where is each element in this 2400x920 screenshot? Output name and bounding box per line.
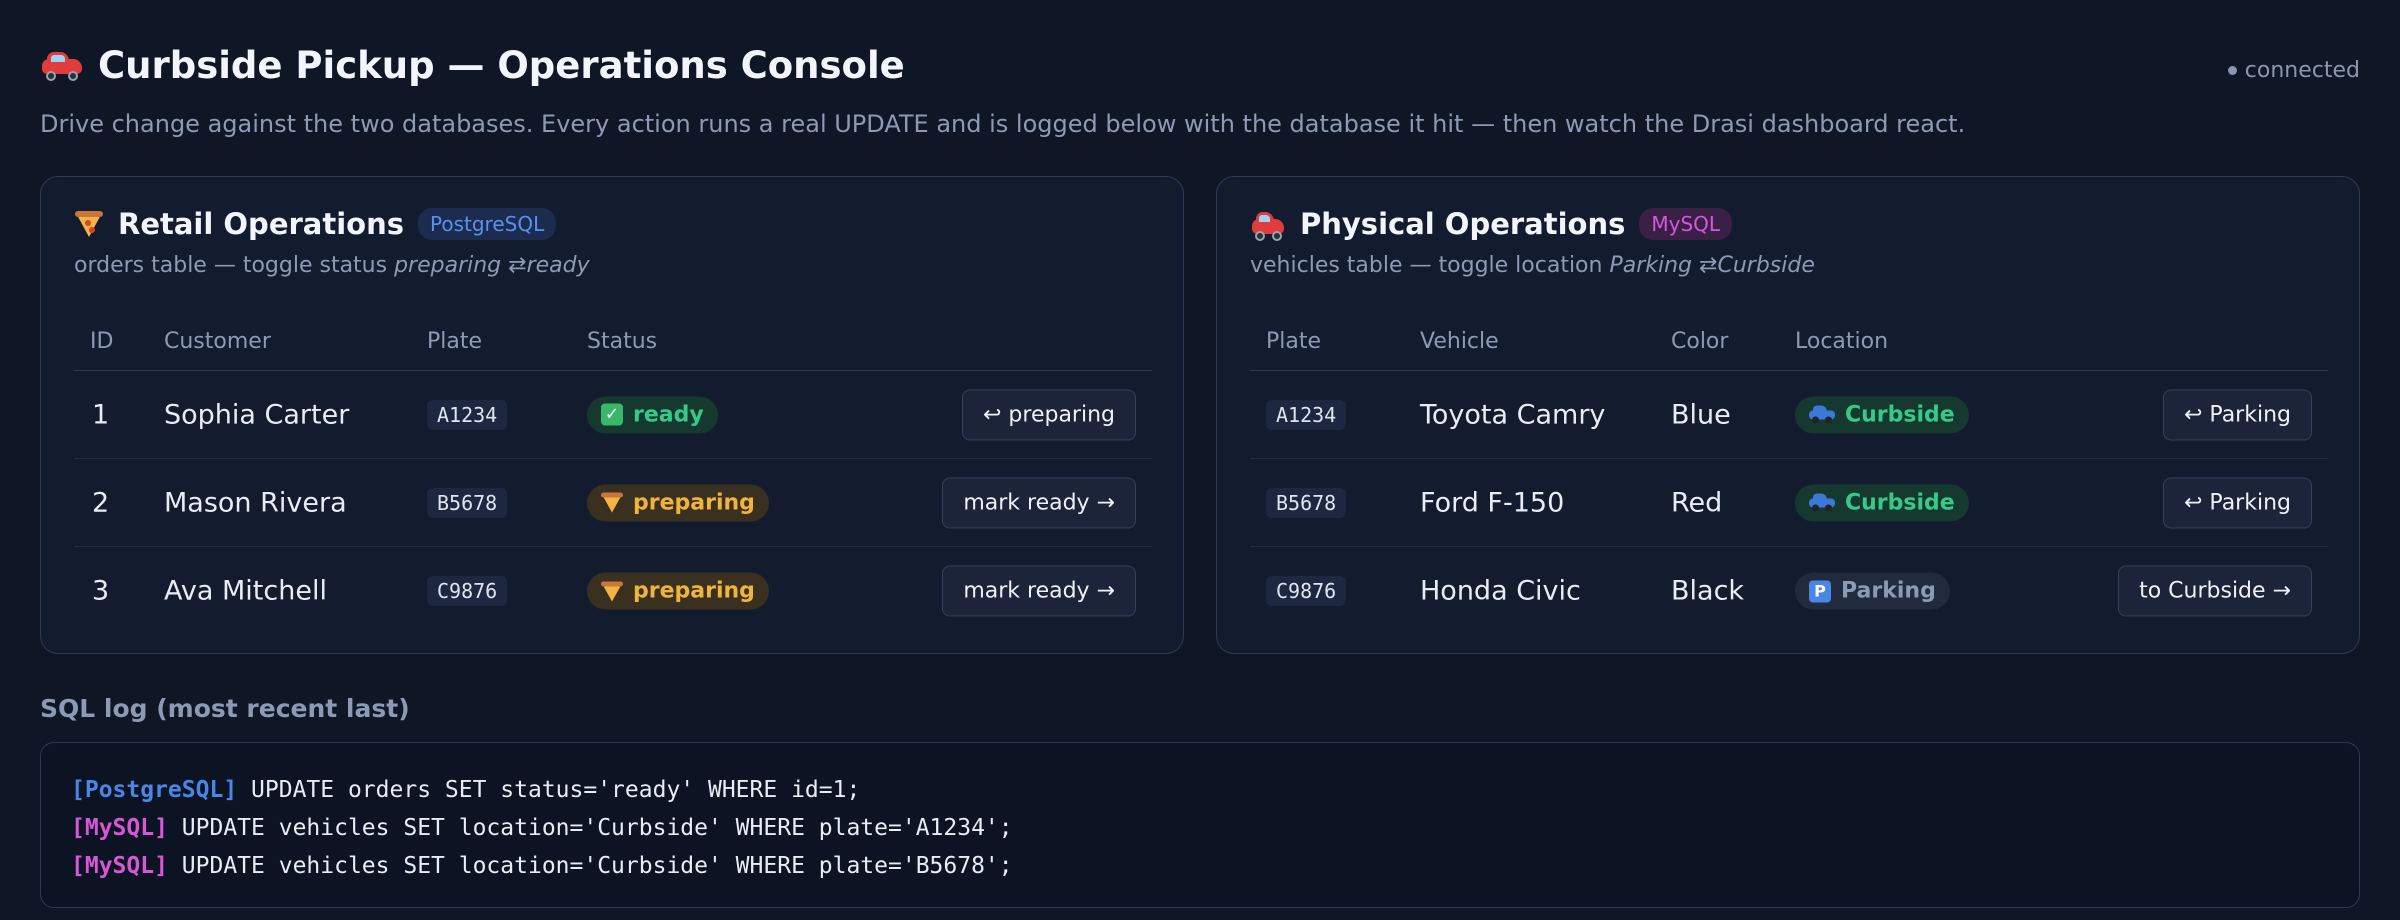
vehicle-model: Toyota Camry [1420,399,1606,430]
plate-code: A1234 [427,399,508,430]
table-row: A1234 Toyota Camry Blue Curbside ↩ Parki… [1250,371,2328,459]
order-id: 3 [92,575,110,607]
vehicle-model: Honda Civic [1420,575,1581,607]
customer-name: Mason Rivera [164,487,347,518]
move-to-parking-button[interactable]: ↩ Parking [2163,477,2312,528]
log-line: [MySQL] UPDATE vehicles SET location='Cu… [71,809,2329,847]
move-to-curbside-button[interactable]: to Curbside → [2118,565,2312,617]
page-title-text: Curbside Pickup — Operations Console [98,44,905,87]
table-row: B5678 Ford F-150 Red Curbside ↩ Parking [1250,459,2328,547]
mark-ready-button[interactable]: mark ready → [942,565,1136,617]
check-icon: ✓ [601,403,623,426]
customer-name: Ava Mitchell [164,575,327,607]
order-id: 1 [92,399,110,430]
postgresql-badge: PostgreSQL [418,208,557,240]
column-header-color: Color [1671,329,1729,354]
retail-panel-title: Retail Operations [118,207,404,241]
status-badge: preparing [587,484,769,521]
move-to-parking-button[interactable]: ↩ Parking [2163,389,2312,440]
physical-desc-from: Parking [1609,253,1693,278]
connection-status-text: connected [2244,58,2360,83]
mark-preparing-button[interactable]: ↩ preparing [962,389,1136,440]
vehicles-table: Plate Vehicle Color Location A1234 Toyot… [1250,317,2328,635]
physical-desc-to: Curbside [1717,253,1815,278]
vehicles-table-header: Plate Vehicle Color Location [1250,317,2328,371]
sql-log-title: SQL log (most recent last) [40,694,410,723]
parking-icon: P [1809,580,1831,602]
operations-console: Curbside Pickup — Operations Console con… [0,0,2400,920]
column-header-id: ID [90,329,114,354]
column-header-plate: Plate [1266,329,1322,354]
plate-code: A1234 [1266,399,1347,430]
retail-operations-panel: Retail Operations PostgreSQL orders tabl… [40,176,1184,654]
vehicle-model: Ford F-150 [1420,487,1565,518]
location-badge-text: Curbside [1845,490,1955,515]
sql-log: [PostgreSQL] UPDATE orders SET status='r… [40,742,2360,908]
log-sql: UPDATE vehicles SET location='Curbside' … [181,815,1013,841]
plate-code: B5678 [1266,487,1347,518]
retail-desc-prefix: orders table — toggle status [74,253,395,278]
car-icon [1809,493,1835,512]
physical-panel-title: Physical Operations [1300,207,1626,241]
location-badge: Curbside [1795,396,1969,433]
plate-code: C9876 [427,576,508,606]
physical-panel-description: vehicles table — toggle location Parking… [1250,253,1815,278]
log-sql: UPDATE vehicles SET location='Curbside' … [181,853,1013,879]
location-badge-text: Curbside [1845,402,1955,427]
physical-operations-panel: Physical Operations MySQL vehicles table… [1216,176,2360,654]
toggle-arrows-icon: ⇄ [508,253,527,278]
log-line: [PostgreSQL] UPDATE orders SET status='r… [71,771,2329,809]
location-badge: Curbside [1795,484,1969,521]
table-row: C9876 Honda Civic Black P Parking to Cur… [1250,547,2328,635]
location-badge-text: Parking [1841,578,1936,604]
mysql-badge: MySQL [1639,208,1733,240]
pizza-icon [601,580,623,602]
order-id: 2 [92,487,110,518]
status-badge-text: preparing [633,578,755,604]
status-badge-text: ready [633,402,704,427]
status-dot-icon [2227,66,2237,75]
pizza-icon [74,209,104,239]
column-header-location: Location [1795,329,1889,354]
status-badge: ✓ ready [587,396,718,433]
car-icon [1250,211,1286,241]
retail-desc-to: ready [526,253,590,278]
page-title: Curbside Pickup — Operations Console [40,44,905,87]
connection-status: connected [2227,58,2360,83]
plate-code: C9876 [1266,576,1347,606]
vehicle-color: Black [1671,575,1745,607]
plate-code: B5678 [427,487,508,518]
mark-ready-button[interactable]: mark ready → [942,477,1136,528]
column-header-plate: Plate [427,329,483,354]
log-line: [MySQL] UPDATE vehicles SET location='Cu… [71,847,2329,885]
status-badge: preparing [587,572,769,610]
toggle-arrows-icon: ⇄ [1699,253,1718,278]
pizza-icon [601,492,623,514]
log-sql: UPDATE orders SET status='ready' WHERE i… [251,777,861,803]
table-row: 2 Mason Rivera B5678 preparing mark read… [74,459,1152,547]
location-badge: P Parking [1795,572,1950,610]
retail-desc-from: preparing [394,253,502,278]
log-db-tag: [PostgreSQL] [71,777,238,803]
column-header-vehicle: Vehicle [1420,329,1499,354]
retail-panel-header: Retail Operations PostgreSQL [74,207,557,241]
log-db-tag: [MySQL] [71,853,168,879]
status-badge-text: preparing [633,490,755,515]
physical-panel-header: Physical Operations MySQL [1250,207,1733,241]
physical-desc-prefix: vehicles table — toggle location [1250,253,1610,278]
table-row: 3 Ava Mitchell C9876 preparing mark read… [74,547,1152,635]
retail-panel-description: orders table — toggle status preparing ⇄… [74,253,590,278]
log-db-tag: [MySQL] [71,815,168,841]
column-header-status: Status [587,329,658,354]
vehicle-color: Red [1671,487,1723,518]
column-header-customer: Customer [164,329,271,354]
car-icon [40,51,84,81]
orders-table: ID Customer Plate Status 1 Sophia Carter… [74,317,1152,635]
vehicle-color: Blue [1671,399,1731,430]
customer-name: Sophia Carter [164,399,350,430]
orders-table-header: ID Customer Plate Status [74,317,1152,371]
car-icon [1809,405,1835,424]
page-subtitle: Drive change against the two databases. … [40,110,1966,138]
table-row: 1 Sophia Carter A1234 ✓ ready ↩ preparin… [74,371,1152,459]
